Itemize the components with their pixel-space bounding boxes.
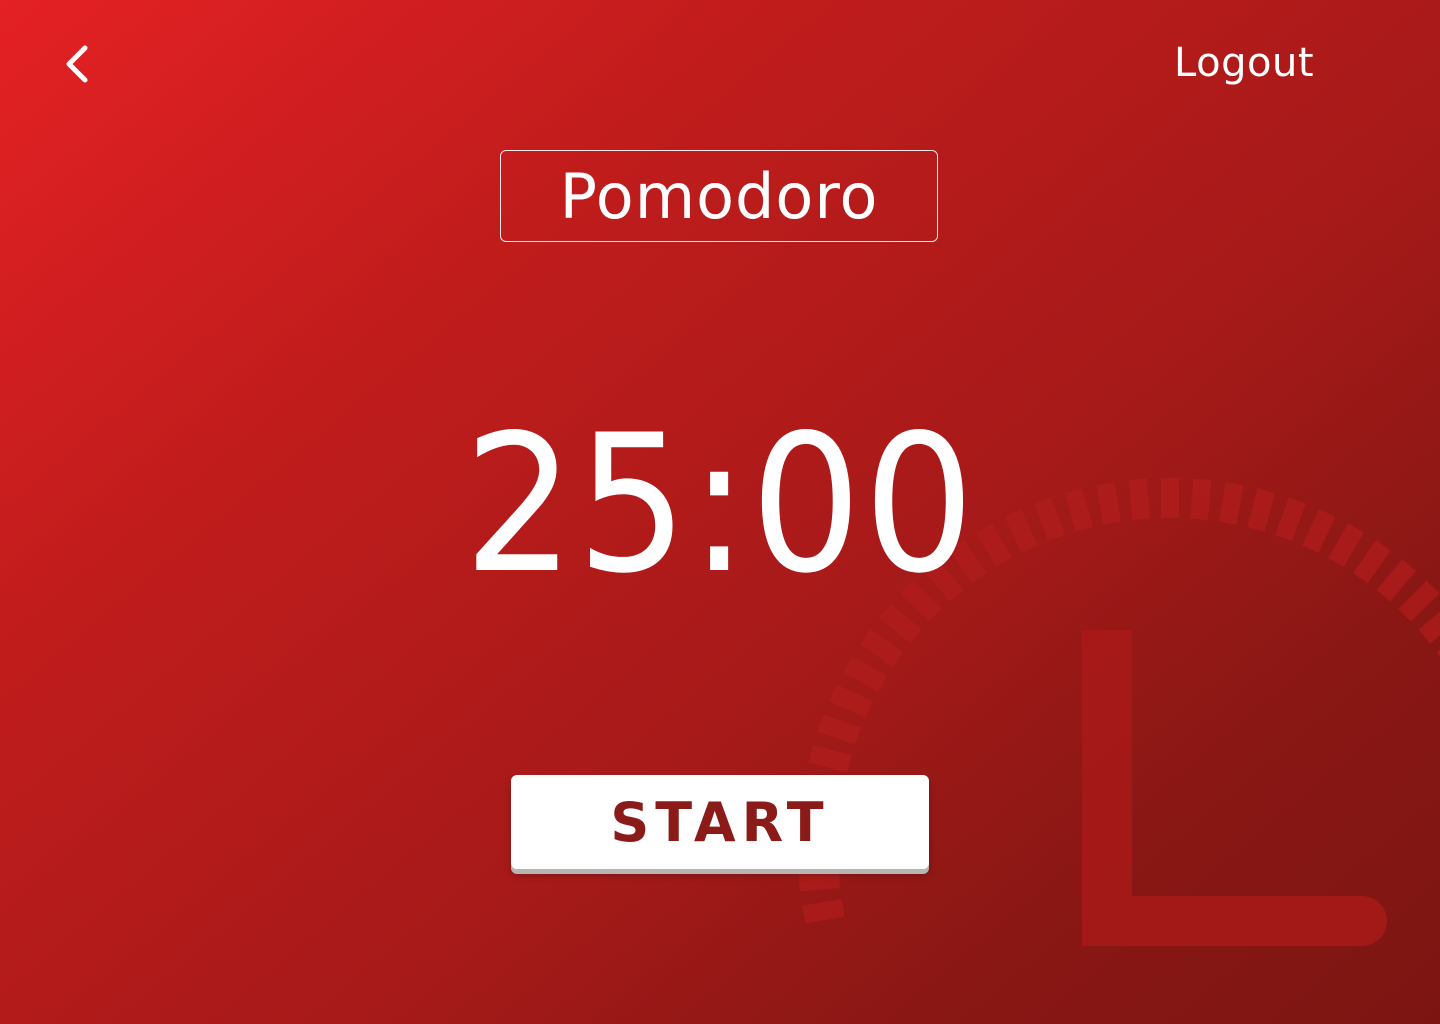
start-button-label: START xyxy=(610,790,830,854)
clock-tick xyxy=(817,714,862,745)
clock-tick xyxy=(1418,611,1440,644)
clock-hands xyxy=(1082,630,1387,946)
clock-tick xyxy=(843,656,887,692)
clock-tick xyxy=(860,629,904,667)
chevron-left-icon xyxy=(66,45,88,83)
clock-tick xyxy=(798,869,841,892)
clock-tick xyxy=(829,684,873,718)
timer-display: 25:00 xyxy=(463,394,977,615)
clock-tick xyxy=(802,898,845,924)
clock-tick xyxy=(808,745,852,773)
clock-tick xyxy=(1398,580,1440,622)
logout-link[interactable]: Logout xyxy=(1174,40,1314,86)
clock-tick xyxy=(1376,559,1417,602)
start-button[interactable]: START xyxy=(511,775,929,869)
back-button[interactable] xyxy=(52,36,100,92)
mode-label: Pomodoro xyxy=(559,159,879,233)
mode-selector[interactable]: Pomodoro xyxy=(500,150,938,242)
